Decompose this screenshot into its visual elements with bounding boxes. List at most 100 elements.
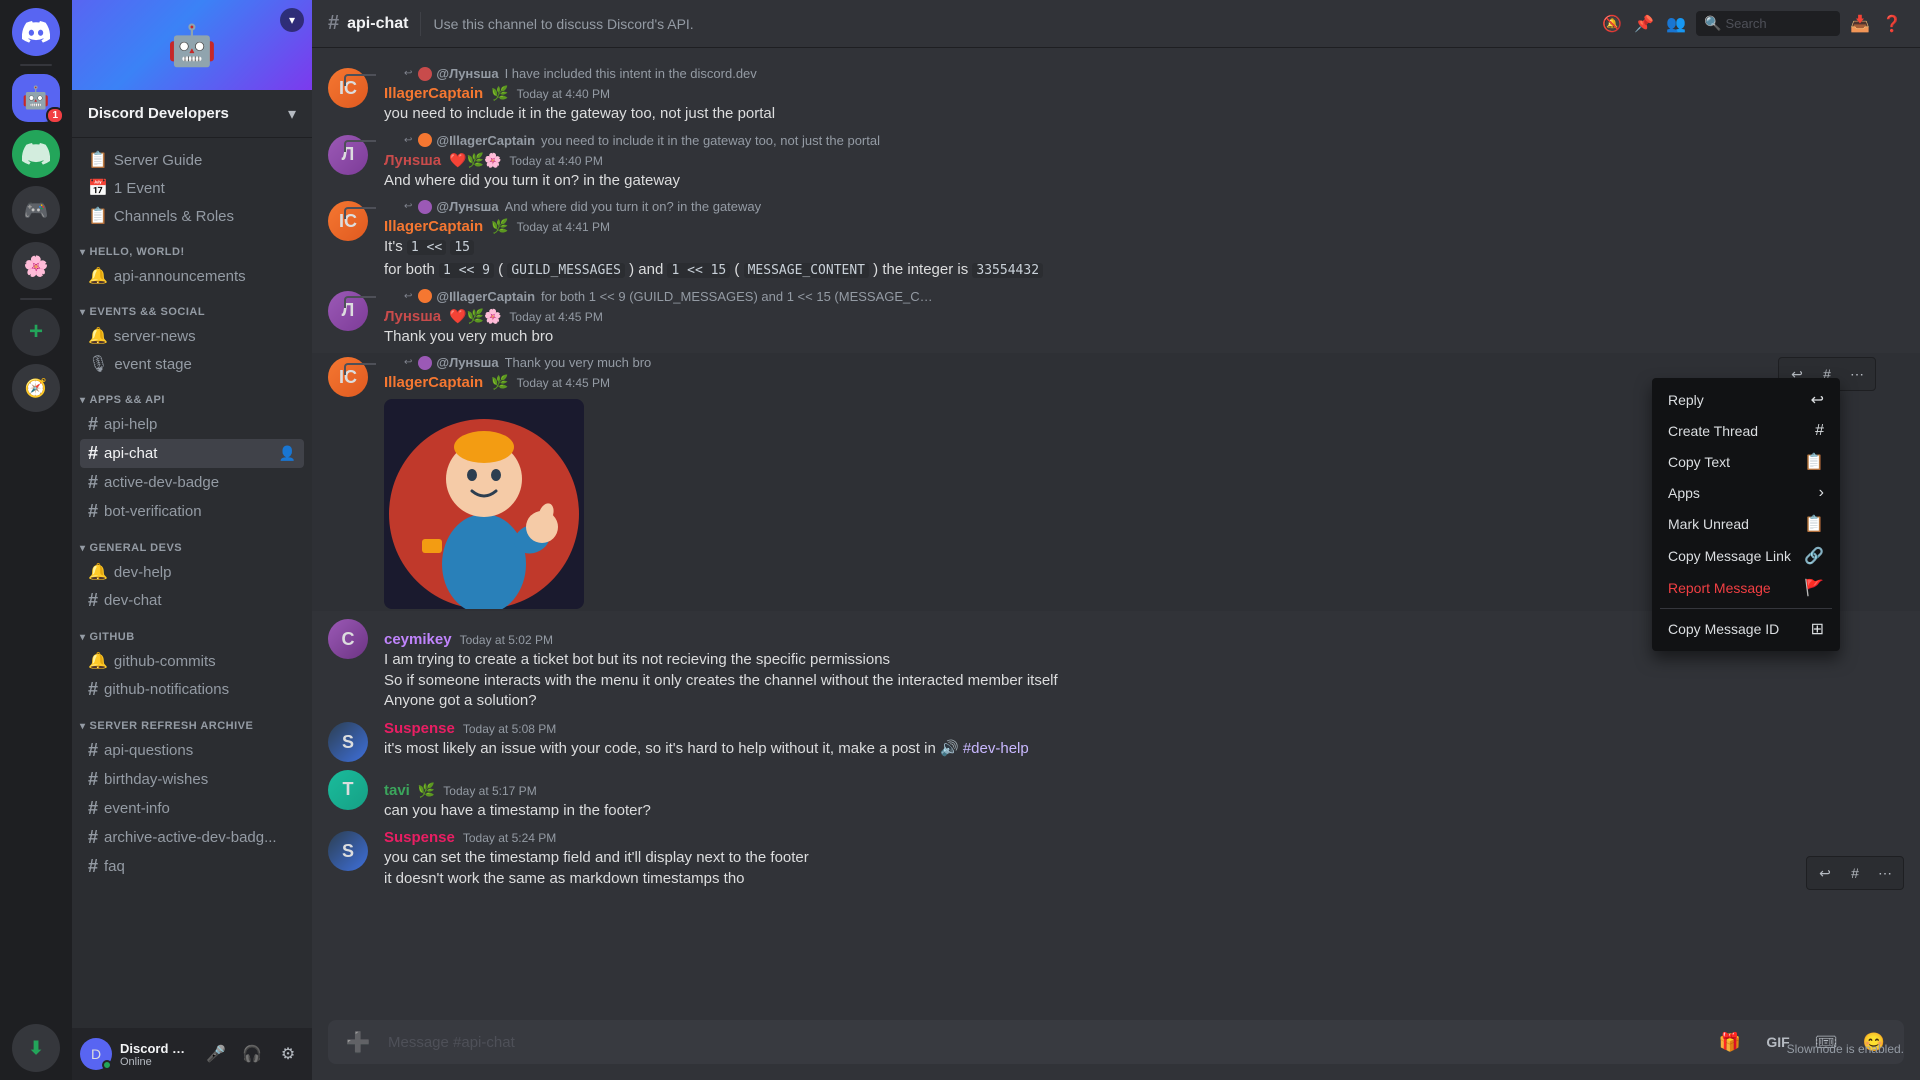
reply-username[interactable]: @Лунsша — [436, 199, 498, 214]
channel-item-server-guide[interactable]: 📋 Server Guide — [80, 146, 304, 174]
server-icon-3[interactable]: 🌸 — [12, 242, 60, 290]
more-actions-button[interactable]: ⋯ — [1843, 360, 1871, 388]
inbox-button[interactable]: 📥 — [1848, 12, 1872, 36]
message-input[interactable] — [388, 1023, 1700, 1062]
gift-button[interactable]: 🎁 — [1708, 1020, 1752, 1064]
copy-link-label: Copy Message Link — [1668, 548, 1791, 564]
context-menu-copy-message-link[interactable]: Copy Message Link 🔗 — [1660, 540, 1832, 572]
emoji-badge: 🌿 — [491, 374, 508, 391]
bot-ver-hash-icon: # — [88, 501, 98, 522]
birthday-hash-icon: # — [88, 769, 98, 790]
dev-help-icon: 🔔 — [88, 562, 108, 582]
message-username[interactable]: ceymikey — [384, 631, 452, 648]
context-menu-mark-unread[interactable]: Mark Unread 📋 — [1660, 508, 1832, 540]
dev-help-mention[interactable]: 🔊 #dev-help — [940, 740, 1029, 757]
message-username[interactable]: Лунsша — [384, 308, 441, 325]
context-menu-create-thread[interactable]: Create Thread # — [1660, 416, 1832, 446]
members-list-button[interactable]: 👥 — [1664, 12, 1688, 36]
channel-item-api-chat[interactable]: # api-chat 👤 — [80, 439, 304, 468]
apps-chevron-icon: › — [1819, 484, 1824, 502]
channel-item-github-notifications[interactable]: # github-notifications — [80, 675, 304, 704]
discord-icon[interactable] — [12, 8, 60, 56]
message-username[interactable]: IllagerCaptain — [384, 85, 483, 102]
channel-topic: Use this channel to discuss Discord's AP… — [433, 16, 1592, 32]
section-events-social[interactable]: ▾ EVENTS && SOCIAL — [72, 290, 312, 322]
channel-item-api-announcements[interactable]: 🔔 api-announcements — [80, 262, 304, 290]
reply-username[interactable]: @Лунsша — [436, 66, 498, 81]
channel-item-server-news[interactable]: 🔔 server-news — [80, 322, 304, 350]
emoji-badge: ❤️🌿🌸 — [449, 308, 501, 325]
avatar: S — [328, 831, 368, 871]
more-actions-btn-2[interactable]: ⋯ — [1871, 859, 1899, 887]
server-header[interactable]: Discord Developers ▾ — [72, 90, 312, 138]
section-apps-api[interactable]: ▾ APPS && API — [72, 378, 312, 410]
help-button[interactable]: ❓ — [1880, 12, 1904, 36]
message-username[interactable]: Лунsша — [384, 152, 441, 169]
section-general-devs[interactable]: ▾ GENERAL DEVS — [72, 526, 312, 558]
message-username[interactable]: Suspense — [384, 829, 455, 846]
messages-area[interactable]: IC ↩ @Лунsша I have included this intent… — [312, 48, 1920, 1020]
message-username[interactable]: IllagerCaptain — [384, 374, 483, 391]
message-header: IllagerCaptain 🌿 Today at 4:40 PM — [384, 85, 1904, 102]
section-server-refresh[interactable]: ▾ SERVER REFRESH ARCHIVE — [72, 704, 312, 736]
context-menu-reply[interactable]: Reply ↩ — [1660, 384, 1832, 416]
channel-item-event-info[interactable]: # event-info — [80, 794, 304, 823]
message-text-2: it doesn't work the same as markdown tim… — [384, 869, 1904, 890]
message-username[interactable]: Suspense — [384, 720, 455, 737]
context-menu-report-message[interactable]: Report Message 🚩 — [1660, 572, 1832, 604]
channel-item-active-dev-badge[interactable]: # active-dev-badge — [80, 468, 304, 497]
reply-username[interactable]: @Лунsша — [436, 355, 498, 370]
faq-hash-icon: # — [88, 856, 98, 877]
api-questions-label: api-questions — [104, 742, 296, 759]
reply-username[interactable]: @IllagerCaptain — [436, 133, 535, 148]
server-icon-1[interactable] — [12, 130, 60, 178]
channel-item-dev-chat[interactable]: # dev-chat — [80, 586, 304, 615]
message-username[interactable]: tavi — [384, 782, 410, 799]
channel-item-github-commits[interactable]: 🔔 github-commits — [80, 647, 304, 675]
reply-header: @Лунsша — [418, 355, 498, 370]
channel-sidebar: 🤖 ▾ Discord Developers ▾ 📋 Server Guide … — [72, 0, 312, 1080]
explore-servers-button[interactable]: 🧭 — [12, 364, 60, 412]
settings-button[interactable]: ⚙ — [272, 1038, 304, 1070]
user-avatar[interactable]: D — [80, 1038, 112, 1070]
channel-item-1-event[interactable]: 📅 1 Event — [80, 174, 304, 202]
download-button[interactable]: ⬇ — [12, 1024, 60, 1072]
channel-item-api-questions[interactable]: # api-questions — [80, 736, 304, 765]
context-menu-apps[interactable]: Apps › — [1660, 478, 1832, 508]
reply-action-btn-2[interactable]: ↩ — [1811, 859, 1839, 887]
channel-item-bot-verification[interactable]: # bot-verification — [80, 497, 304, 526]
server-icon-discord-developers[interactable]: 🤖 1 — [12, 74, 60, 122]
search-bar[interactable]: 🔍 Search — [1696, 11, 1840, 36]
context-menu-copy-message-id[interactable]: Copy Message ID ⊞ — [1660, 613, 1832, 645]
channel-item-dev-help[interactable]: 🔔 dev-help — [80, 558, 304, 586]
section-github[interactable]: ▾ GITHUB — [72, 615, 312, 647]
attach-button[interactable]: ➕ — [336, 1020, 380, 1064]
user-info: Discord Pr... Online — [120, 1041, 192, 1068]
server-icon-2[interactable]: 🎮 — [12, 186, 60, 234]
channel-item-api-help[interactable]: # api-help — [80, 410, 304, 439]
reply-header: @Лунsша — [418, 199, 498, 214]
bell-button[interactable]: 🔕 — [1600, 12, 1624, 36]
mute-button[interactable]: 🎤 — [200, 1038, 232, 1070]
pin-button[interactable]: 📌 — [1632, 12, 1656, 36]
message-text-3: Anyone got a solution? — [384, 691, 1904, 712]
thread-action-btn-2[interactable]: # — [1841, 859, 1869, 887]
fallout-image — [384, 399, 584, 609]
context-menu-copy-text[interactable]: Copy Text 📋 — [1660, 446, 1832, 478]
section-hello-world[interactable]: ▾ HELLO, WORLD! — [72, 230, 312, 262]
search-placeholder: Search — [1725, 16, 1766, 31]
channel-item-archive-active-dev[interactable]: # archive-active-dev-badg... — [80, 823, 304, 852]
server-options-button[interactable]: ▾ — [280, 8, 304, 32]
message-username[interactable]: IllagerCaptain — [384, 218, 483, 235]
channel-item-event-stage[interactable]: 🎙 event stage — [80, 350, 304, 378]
deafen-button[interactable]: 🎧 — [236, 1038, 268, 1070]
event-icon: 📅 — [88, 178, 108, 198]
reply-username[interactable]: @IllagerCaptain — [436, 289, 535, 304]
channel-item-channels-roles[interactable]: 📋 Channels & Roles — [80, 202, 304, 230]
channel-item-faq[interactable]: # faq — [80, 852, 304, 881]
add-server-button[interactable]: + — [12, 308, 60, 356]
message-text: I am trying to create a ticket bot but i… — [384, 650, 1904, 671]
username-display: Discord Pr... — [120, 1041, 192, 1056]
reply-avatar — [418, 67, 432, 81]
channel-item-birthday-wishes[interactable]: # birthday-wishes — [80, 765, 304, 794]
